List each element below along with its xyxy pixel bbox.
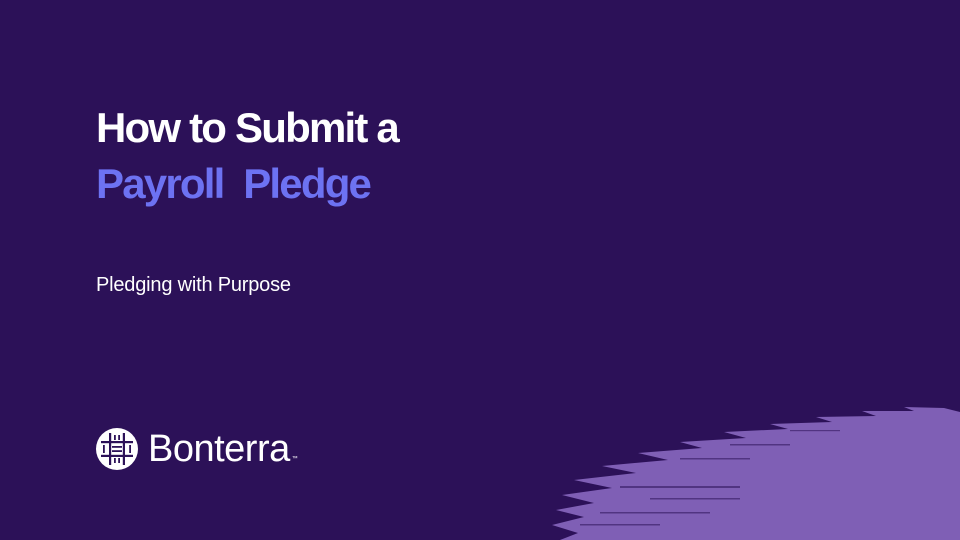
bonterra-woven-logo-icon (96, 428, 138, 470)
slide-title: How to Submit a Payroll Pledge (96, 100, 400, 212)
title-line-1: How to Submit a (96, 104, 400, 151)
bonterra-logo: Bonterra ™ (96, 428, 298, 470)
title-slide: How to Submit a Payroll Pledge Pledging … (0, 0, 960, 540)
trademark-symbol: ™ (291, 456, 298, 462)
paint-brush-stroke (552, 407, 960, 540)
slide-subtitle: Pledging with Purpose (96, 274, 291, 296)
title-line-2: Payroll Pledge (96, 160, 372, 207)
brand-name: Bonterra (148, 428, 290, 470)
